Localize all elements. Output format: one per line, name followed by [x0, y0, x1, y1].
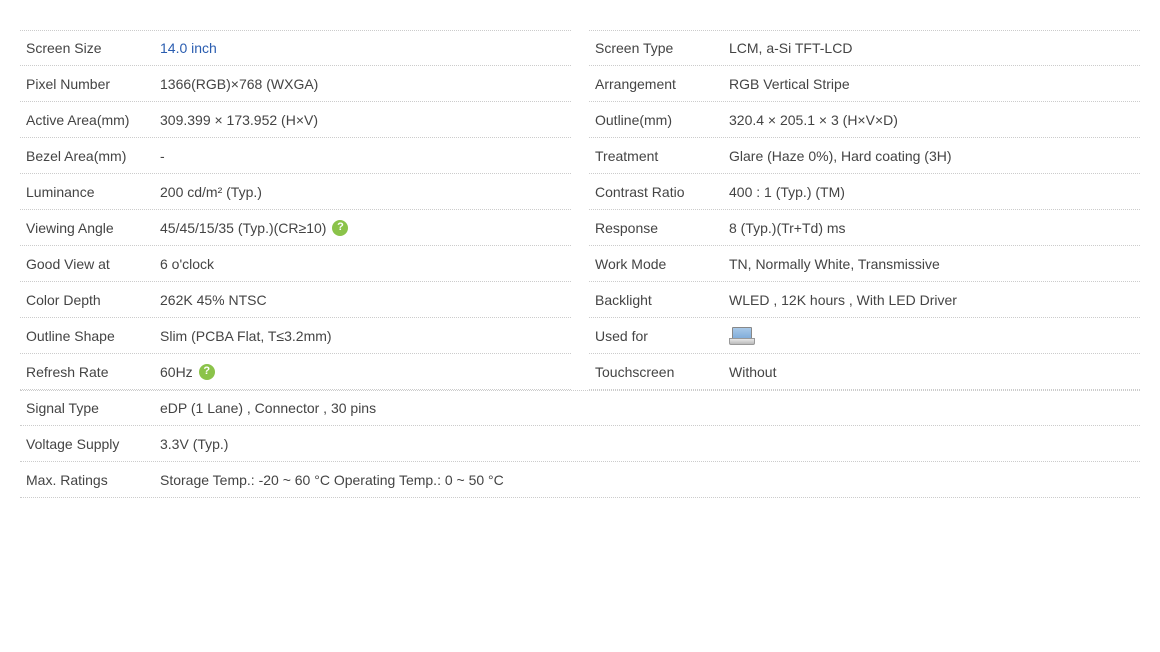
help-icon[interactable]: ? — [332, 220, 348, 236]
spec-value-text: - — [160, 148, 165, 164]
spec-value: 200 cd/m² (Typ.) — [160, 184, 571, 200]
spec-value-text: 309.399 × 173.952 (H×V) — [160, 112, 318, 128]
spec-value: 3.3V (Typ.) — [160, 436, 1140, 452]
spec-value-text: WLED , 12K hours , With LED Driver — [729, 292, 957, 308]
spec-value-text: LCM, a-Si TFT-LCD — [729, 40, 852, 56]
spec-label: Arrangement — [589, 76, 729, 92]
spec-value: 262K 45% NTSC — [160, 292, 571, 308]
spec-row: Refresh Rate60Hz? — [20, 354, 571, 390]
spec-value: Without — [729, 364, 1140, 380]
spec-row: Screen Size14.0 inch — [20, 30, 571, 66]
spec-label: Signal Type — [20, 400, 160, 416]
spec-value-text: 262K 45% NTSC — [160, 292, 267, 308]
spec-value-text: 8 (Typ.)(Tr+Td) ms — [729, 220, 846, 236]
spec-row: Luminance200 cd/m² (Typ.) — [20, 174, 571, 210]
spec-value-text: Glare (Haze 0%), Hard coating (3H) — [729, 148, 952, 164]
spec-value-text: Slim (PCBA Flat, T≤3.2mm) — [160, 328, 332, 344]
spec-value: 6 o'clock — [160, 256, 571, 272]
spec-row: Outline ShapeSlim (PCBA Flat, T≤3.2mm) — [20, 318, 571, 354]
spec-value-text: 200 cd/m² (Typ.) — [160, 184, 262, 200]
spec-value-text: eDP (1 Lane) , Connector , 30 pins — [160, 400, 376, 416]
help-icon[interactable]: ? — [199, 364, 215, 380]
spec-label: Used for — [589, 328, 729, 344]
spec-label: Screen Size — [20, 40, 160, 56]
spec-bottom: Signal TypeeDP (1 Lane) , Connector , 30… — [20, 390, 1140, 498]
spec-value-text: Storage Temp.: -20 ~ 60 °C Operating Tem… — [160, 472, 504, 488]
spec-row: Viewing Angle45/45/15/35 (Typ.)(CR≥10)? — [20, 210, 571, 246]
laptop-icon — [729, 327, 753, 345]
spec-table: Screen Size14.0 inchPixel Number1366(RGB… — [20, 30, 1140, 390]
spec-label: Max. Ratings — [20, 472, 160, 488]
spec-label: Response — [589, 220, 729, 236]
spec-label: Outline Shape — [20, 328, 160, 344]
spec-label: Pixel Number — [20, 76, 160, 92]
spec-value: RGB Vertical Stripe — [729, 76, 1140, 92]
spec-row: Voltage Supply3.3V (Typ.) — [20, 426, 1140, 462]
spec-row: Good View at6 o'clock — [20, 246, 571, 282]
spec-value-text: 6 o'clock — [160, 256, 214, 272]
spec-row: Work ModeTN, Normally White, Transmissiv… — [589, 246, 1140, 282]
spec-value — [729, 327, 1140, 345]
spec-value-text: 45/45/15/35 (Typ.)(CR≥10) — [160, 220, 326, 236]
spec-row: Signal TypeeDP (1 Lane) , Connector , 30… — [20, 390, 1140, 426]
spec-row: Response8 (Typ.)(Tr+Td) ms — [589, 210, 1140, 246]
spec-label: Outline(mm) — [589, 112, 729, 128]
spec-label: Touchscreen — [589, 364, 729, 380]
spec-value: 400 : 1 (Typ.) (TM) — [729, 184, 1140, 200]
spec-label: Backlight — [589, 292, 729, 308]
spec-value: 45/45/15/35 (Typ.)(CR≥10)? — [160, 220, 571, 236]
spec-label: Good View at — [20, 256, 160, 272]
spec-value[interactable]: 14.0 inch — [160, 40, 571, 56]
spec-value-text: RGB Vertical Stripe — [729, 76, 850, 92]
spec-row: Active Area(mm)309.399 × 173.952 (H×V) — [20, 102, 571, 138]
spec-row: Used for — [589, 318, 1140, 354]
spec-column-right: Screen TypeLCM, a-Si TFT-LCDArrangementR… — [589, 30, 1140, 390]
spec-row: Pixel Number1366(RGB)×768 (WXGA) — [20, 66, 571, 102]
spec-label: Voltage Supply — [20, 436, 160, 452]
spec-row: Screen TypeLCM, a-Si TFT-LCD — [589, 30, 1140, 66]
spec-label: Refresh Rate — [20, 364, 160, 380]
spec-row: TouchscreenWithout — [589, 354, 1140, 390]
spec-label: Work Mode — [589, 256, 729, 272]
spec-value: Glare (Haze 0%), Hard coating (3H) — [729, 148, 1140, 164]
spec-row: TreatmentGlare (Haze 0%), Hard coating (… — [589, 138, 1140, 174]
spec-value: 320.4 × 205.1 × 3 (H×V×D) — [729, 112, 1140, 128]
spec-label: Contrast Ratio — [589, 184, 729, 200]
spec-value-text: 320.4 × 205.1 × 3 (H×V×D) — [729, 112, 898, 128]
spec-value-text: 1366(RGB)×768 (WXGA) — [160, 76, 318, 92]
spec-value: Slim (PCBA Flat, T≤3.2mm) — [160, 328, 571, 344]
spec-value-text: TN, Normally White, Transmissive — [729, 256, 940, 272]
spec-row: Max. RatingsStorage Temp.: -20 ~ 60 °C O… — [20, 462, 1140, 498]
spec-row: Contrast Ratio400 : 1 (Typ.) (TM) — [589, 174, 1140, 210]
spec-value-text: 400 : 1 (Typ.) (TM) — [729, 184, 845, 200]
spec-value-text: 60Hz — [160, 364, 193, 380]
spec-value: 60Hz? — [160, 364, 571, 380]
spec-value: Storage Temp.: -20 ~ 60 °C Operating Tem… — [160, 472, 1140, 488]
spec-label: Active Area(mm) — [20, 112, 160, 128]
spec-row: ArrangementRGB Vertical Stripe — [589, 66, 1140, 102]
spec-value: LCM, a-Si TFT-LCD — [729, 40, 1140, 56]
spec-value: 8 (Typ.)(Tr+Td) ms — [729, 220, 1140, 236]
spec-value: TN, Normally White, Transmissive — [729, 256, 1140, 272]
spec-label: Luminance — [20, 184, 160, 200]
spec-value: 309.399 × 173.952 (H×V) — [160, 112, 571, 128]
spec-value: - — [160, 148, 571, 164]
spec-row: Color Depth262K 45% NTSC — [20, 282, 571, 318]
spec-column-left: Screen Size14.0 inchPixel Number1366(RGB… — [20, 30, 571, 390]
spec-value-text: 14.0 inch — [160, 40, 217, 56]
spec-row: BacklightWLED , 12K hours , With LED Dri… — [589, 282, 1140, 318]
spec-value: 1366(RGB)×768 (WXGA) — [160, 76, 571, 92]
spec-label: Color Depth — [20, 292, 160, 308]
spec-value-text: 3.3V (Typ.) — [160, 436, 228, 452]
spec-row: Bezel Area(mm)- — [20, 138, 571, 174]
spec-label: Treatment — [589, 148, 729, 164]
spec-label: Viewing Angle — [20, 220, 160, 236]
spec-row: Outline(mm)320.4 × 205.1 × 3 (H×V×D) — [589, 102, 1140, 138]
spec-value: eDP (1 Lane) , Connector , 30 pins — [160, 400, 1140, 416]
spec-label: Screen Type — [589, 40, 729, 56]
spec-value-text: Without — [729, 364, 776, 380]
spec-value: WLED , 12K hours , With LED Driver — [729, 292, 1140, 308]
spec-label: Bezel Area(mm) — [20, 148, 160, 164]
